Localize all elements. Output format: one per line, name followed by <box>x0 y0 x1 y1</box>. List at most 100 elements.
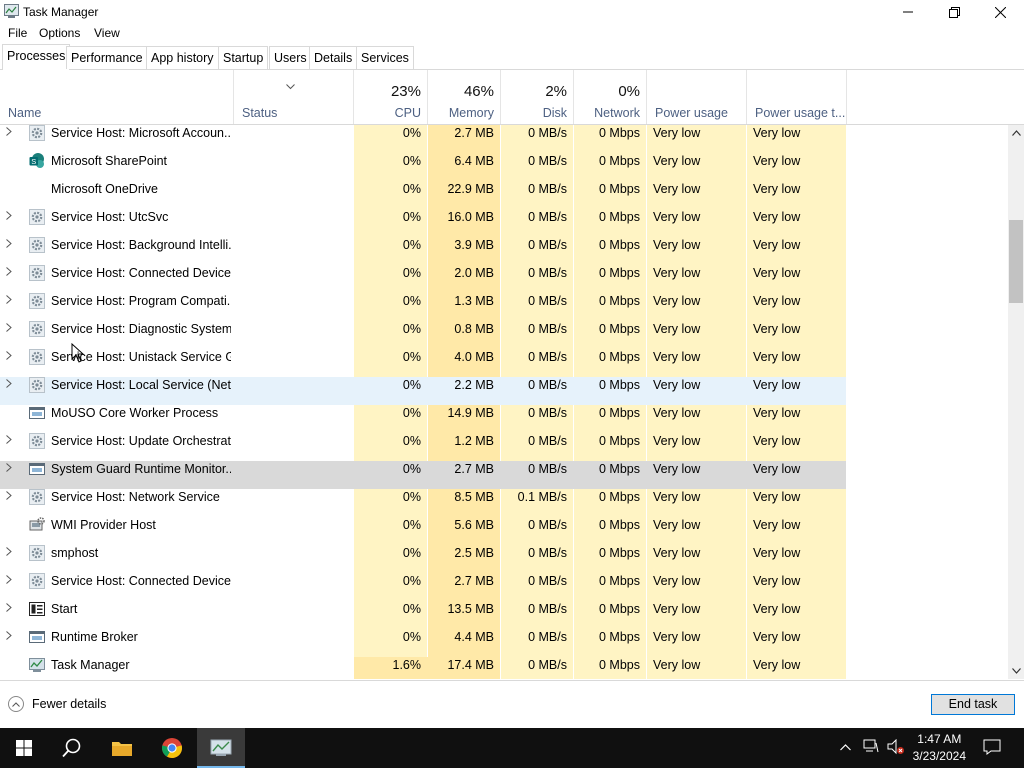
column-header-network[interactable]: 0% Network <box>574 70 647 124</box>
tab-performance[interactable]: Performance <box>66 46 148 69</box>
process-row[interactable]: WMI Provider Host 0% 5.6 MB 0 MB/s 0 Mbps Ver… <box>0 517 846 545</box>
process-cpu: 0% <box>402 238 421 252</box>
process-power-usage: Very low <box>653 266 701 280</box>
expand-chevron-right-icon[interactable] <box>6 545 20 573</box>
gear-icon <box>29 125 45 153</box>
tab-startup[interactable]: Startup <box>218 46 269 69</box>
process-row[interactable]: MoUSO Core Worker Process 0% 14.9 MB 0 MB/s… <box>0 405 846 433</box>
tab-processes[interactable]: Processes <box>2 44 71 70</box>
chrome-button[interactable] <box>148 728 196 768</box>
process-network: 0 Mbps <box>599 630 640 644</box>
volume-muted-icon[interactable] <box>887 738 905 758</box>
process-row[interactable]: S Microsoft SharePoint 0% 6.4 MB 0 MB/s 0 Mbp… <box>0 153 846 181</box>
column-header-memory[interactable]: 46% Memory <box>428 70 501 124</box>
expand-chevron-right-icon[interactable] <box>6 237 20 265</box>
expand-chevron-right-icon[interactable] <box>6 461 20 489</box>
menu-view[interactable]: View <box>91 26 123 40</box>
process-row[interactable]: Service Host: Unistack Service G... 0% 4.0… <box>0 349 846 377</box>
search-button[interactable] <box>48 728 96 768</box>
process-cpu: 0% <box>402 350 421 364</box>
scroll-up-button[interactable] <box>1008 125 1024 141</box>
process-power-usage-trend: Very low <box>753 154 801 168</box>
minimize-button[interactable] <box>885 0 931 24</box>
expand-chevron-right-icon[interactable] <box>6 433 20 461</box>
process-cpu: 0% <box>402 378 421 392</box>
minimize-icon <box>903 11 913 13</box>
process-network: 0 Mbps <box>599 406 640 420</box>
show-hidden-icons-chevron-icon[interactable] <box>840 740 851 754</box>
expand-chevron-right-icon[interactable] <box>6 489 20 517</box>
process-memory: 0.8 MB <box>454 322 494 336</box>
process-memory: 14.9 MB <box>447 406 494 420</box>
tab-app-history[interactable]: App history <box>146 46 219 69</box>
fewer-details-button[interactable]: Fewer details <box>8 696 106 712</box>
process-row[interactable]: Service Host: Diagnostic System... 0% 0.8 … <box>0 321 846 349</box>
column-disk-label: Disk <box>542 106 567 120</box>
process-row[interactable]: Runtime Broker 0% 4.4 MB 0 MB/s 0 Mbps Very l… <box>0 629 846 657</box>
process-row[interactable]: Service Host: Program Compati... 0% 1.3 MB… <box>0 293 846 321</box>
process-row[interactable]: Service Host: Microsoft Accoun... 0% 2.7 M… <box>0 125 846 153</box>
expand-chevron-right-icon[interactable] <box>6 377 20 405</box>
process-row[interactable]: Service Host: UtcSvc 0% 16.0 MB 0 MB/s 0 Mbp… <box>0 209 846 237</box>
task-manager-taskbar-button[interactable] <box>197 728 245 768</box>
process-network: 0 Mbps <box>599 238 640 252</box>
start-button[interactable] <box>0 728 48 768</box>
network-icon[interactable] <box>863 739 879 756</box>
expand-chevron-right-icon[interactable] <box>6 601 20 629</box>
process-row[interactable]: smphost 0% 2.5 MB 0 MB/s 0 Mbps Very low Very … <box>0 545 846 573</box>
process-row[interactable]: Service Host: Connected Device... 0% 2.7 M… <box>0 573 846 601</box>
process-power-usage: Very low <box>653 378 701 392</box>
process-memory: 16.0 MB <box>447 210 494 224</box>
process-cpu: 0% <box>402 490 421 504</box>
file-explorer-button[interactable] <box>98 728 146 768</box>
scrollbar-thumb[interactable] <box>1009 220 1023 303</box>
restore-button[interactable] <box>931 0 977 24</box>
tab-services[interactable]: Services <box>356 46 414 69</box>
column-name-label: Name <box>8 106 42 120</box>
process-power-usage: Very low <box>653 406 701 420</box>
tab-details[interactable]: Details <box>309 46 358 69</box>
expand-placeholder <box>6 405 20 433</box>
process-power-usage: Very low <box>653 322 701 336</box>
scroll-down-button[interactable] <box>1008 663 1024 679</box>
process-power-usage-trend: Very low <box>753 378 801 392</box>
process-row[interactable]: Service Host: Connected Device... 0% 2.0 M… <box>0 265 846 293</box>
window-title: Task Manager <box>23 5 99 19</box>
process-row[interactable]: Task Manager 1.6% 17.4 MB 0 MB/s 0 Mbps Very … <box>0 657 846 679</box>
column-header-disk[interactable]: 2% Disk <box>501 70 574 124</box>
process-row[interactable]: Start 0% 13.5 MB 0 MB/s 0 Mbps Very low Very l… <box>0 601 846 629</box>
close-button[interactable] <box>977 0 1023 24</box>
column-header-power-usage-trend[interactable]: Power usage t... <box>747 70 847 124</box>
process-row[interactable]: System Guard Runtime Monitor... 0% 2.7 MB 0… <box>0 461 846 489</box>
column-header-status[interactable]: Status <box>234 70 354 124</box>
end-task-button[interactable]: End task <box>931 694 1015 715</box>
process-row[interactable]: Service Host: Network Service 0% 8.5 MB 0.1… <box>0 489 846 517</box>
expand-placeholder <box>6 517 20 545</box>
expand-chevron-right-icon[interactable] <box>6 321 20 349</box>
gear-icon <box>29 237 45 265</box>
column-header-power-usage[interactable]: Power usage <box>647 70 747 124</box>
column-header-cpu[interactable]: 23% CPU <box>354 70 428 124</box>
expand-chevron-right-icon[interactable] <box>6 209 20 237</box>
process-row[interactable]: Microsoft OneDrive 0% 22.9 MB 0 MB/s 0 Mbps V… <box>0 181 846 209</box>
process-power-usage: Very low <box>653 490 701 504</box>
expand-chevron-right-icon[interactable] <box>6 629 20 657</box>
action-center-icon[interactable] <box>983 739 1001 758</box>
process-disk: 0 MB/s <box>528 182 567 196</box>
process-row[interactable]: Service Host: Local Service (Net... 0% 2.2… <box>0 377 846 405</box>
menu-options[interactable]: Options <box>36 26 83 40</box>
expand-chevron-right-icon[interactable] <box>6 573 20 601</box>
expand-chevron-right-icon[interactable] <box>6 125 20 153</box>
expand-placeholder <box>6 153 20 181</box>
tab-users[interactable]: Users <box>269 46 312 69</box>
vertical-scrollbar[interactable] <box>1008 125 1024 679</box>
expand-chevron-right-icon[interactable] <box>6 349 20 377</box>
process-row[interactable]: Service Host: Background Intelli... 0% 3.9… <box>0 237 846 265</box>
expand-chevron-right-icon[interactable] <box>6 293 20 321</box>
menu-file[interactable]: File <box>5 26 30 40</box>
expand-chevron-right-icon[interactable] <box>6 265 20 293</box>
process-row[interactable]: Service Host: Update Orchestrat... 0% 1.2 … <box>0 433 846 461</box>
system-clock[interactable]: 1:47 AM 3/23/2024 <box>913 731 966 765</box>
fewer-details-label: Fewer details <box>32 697 107 711</box>
column-header-name[interactable]: Name <box>0 70 234 124</box>
